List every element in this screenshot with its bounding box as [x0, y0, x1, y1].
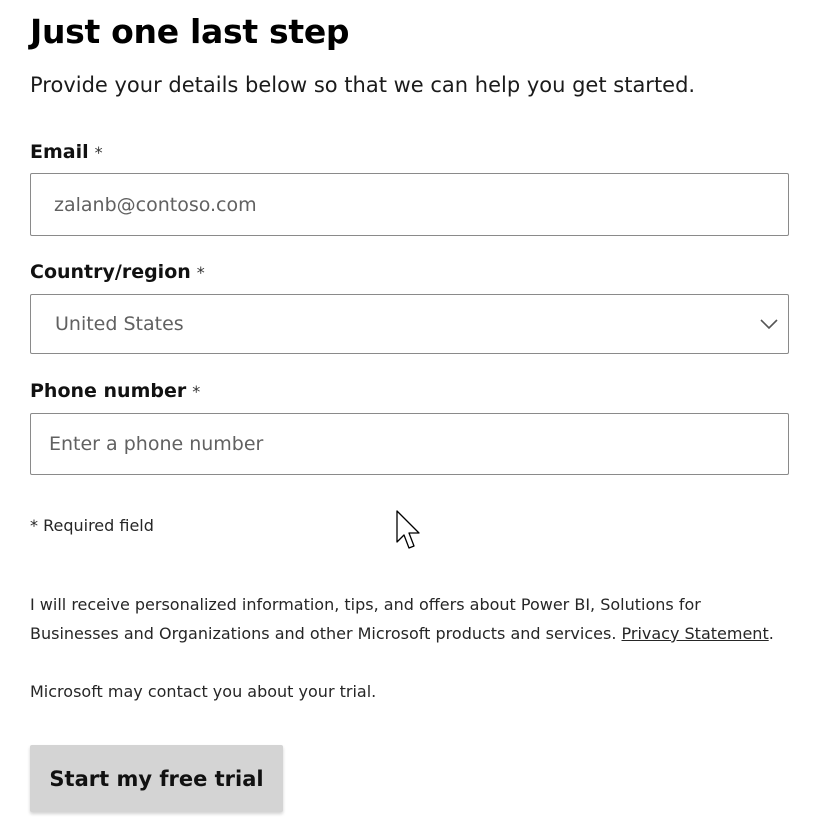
consent-body: I will receive personalized information,…	[30, 595, 701, 643]
phone-field-placeholder: Enter a phone number	[49, 433, 264, 455]
country-label-text: Country/region	[30, 261, 191, 283]
page-title: Just one last step	[30, 12, 350, 51]
page-subtitle: Provide your details below so that we ca…	[30, 73, 696, 97]
email-required-marker: *	[94, 143, 103, 162]
country-select[interactable]: United States	[30, 294, 789, 354]
chevron-down-icon	[760, 319, 778, 330]
email-field-value: zalanb@contoso.com	[54, 193, 257, 216]
consent-period: .	[768, 624, 774, 643]
email-label: Email *	[30, 141, 103, 163]
contact-note: Microsoft may contact you about your tri…	[30, 682, 377, 701]
email-field[interactable]: zalanb@contoso.com	[30, 173, 789, 236]
country-required-marker: *	[196, 263, 205, 282]
required-field-note: * Required field	[30, 516, 154, 535]
privacy-statement-link[interactable]: Privacy Statement	[622, 624, 769, 643]
country-label: Country/region *	[30, 261, 205, 283]
country-select-value: United States	[55, 313, 184, 335]
phone-label-text: Phone number	[30, 380, 187, 402]
phone-required-marker: *	[192, 382, 201, 401]
email-label-text: Email	[30, 141, 89, 163]
start-free-trial-button[interactable]: Start my free trial	[30, 745, 283, 812]
consent-text: I will receive personalized information,…	[30, 590, 789, 648]
mouse-pointer-icon	[396, 510, 420, 549]
phone-label: Phone number *	[30, 380, 200, 402]
phone-field[interactable]: Enter a phone number	[30, 413, 789, 475]
